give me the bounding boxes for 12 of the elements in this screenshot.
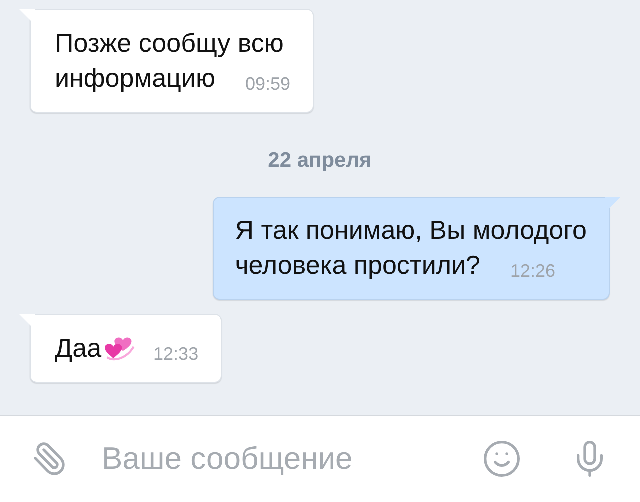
message-text: Я так понимаю, Вы молодого	[235, 214, 587, 247]
message-text: Даа	[55, 332, 102, 365]
message-text: человека простили?	[235, 249, 481, 282]
message-time: 12:26	[510, 260, 556, 283]
message-text: Позже сообщу всю	[55, 27, 284, 60]
emoji-icon[interactable]	[482, 439, 522, 479]
attach-icon[interactable]	[32, 441, 68, 477]
message-time: 12:33	[154, 343, 199, 366]
message-time: 09:59	[245, 73, 290, 96]
date-separator: 22 апреля	[268, 149, 372, 173]
message-input[interactable]: Ваше сообщение	[102, 441, 482, 477]
message-text: информацию	[55, 62, 216, 95]
